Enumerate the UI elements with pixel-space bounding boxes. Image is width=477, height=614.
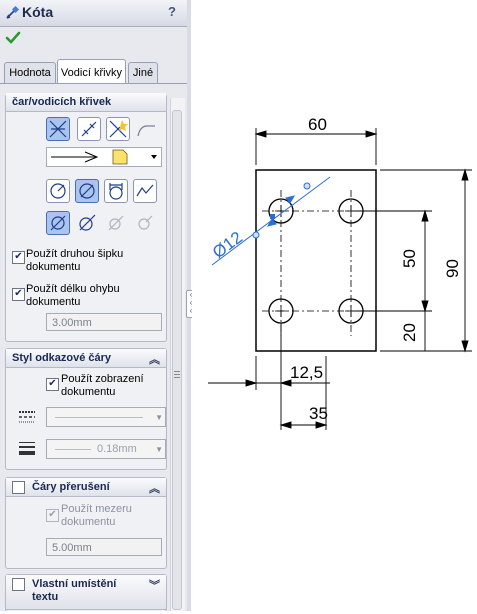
dimension-90-text: 90 — [443, 259, 462, 278]
dimension-grip[interactable] — [270, 214, 275, 219]
break-lines-title: Čáry přerušení — [32, 481, 110, 493]
break-lines-section: Čáry přerušení ︽ ✔ Použít mezeru dokumen… — [5, 477, 167, 569]
gap-field: 5.00mm — [46, 538, 162, 556]
leader-disabled-b-button — [133, 211, 157, 235]
leader-smart-button[interactable] — [106, 117, 130, 141]
foreshortened-icon — [136, 184, 154, 197]
dimension-handle[interactable] — [252, 231, 260, 239]
dimension-60-text: 60 — [308, 115, 327, 134]
line-thickness-icon — [19, 442, 35, 455]
leader-smart-icon — [109, 120, 128, 138]
bend-length-label: Použít délku ohybu dokumentu — [26, 283, 120, 308]
leader-one-arrow-button[interactable] — [75, 211, 99, 235]
line-thickness-select[interactable]: 0.18mm ▼ — [46, 439, 166, 459]
text-position-checkbox[interactable] — [12, 578, 25, 591]
line-style-icon — [19, 411, 35, 423]
break-lines-checkbox[interactable] — [12, 481, 25, 494]
second-arrow-checkbox[interactable]: ✔ — [12, 251, 25, 264]
leaders-section-header[interactable]: čar/vodicích křivek — [6, 93, 166, 112]
centerlines — [262, 190, 372, 336]
dimension-12-5-text: 12,5 — [290, 363, 323, 382]
use-gap-checkbox: ✔ — [46, 509, 59, 522]
linear-diameter-button[interactable] — [104, 179, 128, 203]
leader-bent-button[interactable] — [134, 117, 158, 141]
bend-length-checkbox[interactable]: ✔ — [12, 288, 25, 301]
property-manager: Kóta ? Hodnota Vodicí křivky Jiné čar/vo… — [0, 0, 188, 611]
drawing-canvas[interactable]: 60 50 20 90 12,5 35 Ø12 — [192, 0, 477, 611]
holes — [268, 198, 364, 324]
drawing-sheet: 60 50 20 90 12,5 35 Ø12 — [208, 115, 472, 430]
leader-style-section: Styl odkazové čáry ︽ ✔ Použít zobrazení … — [5, 348, 167, 470]
break-lines-header[interactable]: Čáry přerušení ︽ — [6, 478, 166, 497]
dimension-50 — [356, 209, 432, 313]
dimension-icon — [6, 6, 19, 19]
leader-bent-icon — [137, 125, 155, 137]
arrow-style-select[interactable] — [46, 147, 162, 167]
leader-outside-icon — [49, 120, 67, 138]
use-doc-display-label: Použít zobrazení dokumentu — [61, 373, 144, 398]
ok-checkmark-icon[interactable] — [5, 30, 21, 46]
leader-disabled-a-icon — [108, 215, 124, 231]
leader-inside-button[interactable] — [77, 117, 101, 141]
foreshortened-button[interactable] — [133, 179, 157, 203]
leader-inside-icon — [81, 121, 97, 137]
use-doc-display-checkbox[interactable]: ✔ — [46, 378, 59, 391]
linear-diameter-icon — [109, 183, 123, 200]
diameter-dimension-text: Ø12 — [209, 228, 246, 263]
dimension-handle[interactable] — [303, 182, 311, 190]
dimension-35-text: 35 — [309, 404, 328, 423]
part-outline — [255, 169, 377, 352]
dimension-50-text: 50 — [400, 249, 419, 268]
radius-display-button[interactable] — [46, 179, 70, 203]
tab-leaders[interactable]: Vodicí křivky — [57, 59, 126, 84]
panel-title: Kóta — [22, 4, 54, 20]
collapse-chevron-icon[interactable]: ︽ — [149, 351, 160, 367]
arrow-style-preview-icon — [51, 149, 157, 165]
leader-open-button[interactable] — [46, 211, 70, 235]
line-style-select[interactable]: ▼ — [46, 407, 166, 427]
diameter-display-button[interactable] — [75, 179, 99, 203]
diameter-icon — [79, 183, 95, 199]
tab-other[interactable]: Jiné — [128, 62, 158, 83]
text-position-title: Vlastní umístění textu — [32, 578, 117, 603]
text-position-section: Vlastní umístění textu ︾ — [5, 574, 167, 611]
bend-length-field[interactable]: 3.00mm — [46, 313, 162, 331]
radius-icon — [50, 183, 66, 199]
collapse-chevron-icon[interactable]: ︽ — [149, 480, 160, 496]
leaders-section-title: čar/vodicích křivek — [12, 96, 112, 108]
tab-value[interactable]: Hodnota — [4, 62, 56, 83]
help-button[interactable]: ? — [164, 4, 180, 20]
leaders-section: čar/vodicích křivek ✔ Použít druhou šipk… — [5, 93, 167, 342]
leader-style-header[interactable]: Styl odkazové čáry ︽ — [6, 349, 166, 368]
expand-chevron-icon[interactable]: ︾ — [149, 577, 160, 593]
text-position-header[interactable]: Vlastní umístění textu ︾ — [6, 575, 166, 610]
leader-disabled-b-icon — [138, 215, 153, 230]
leader-disabled-a-button — [104, 211, 128, 235]
scrollbar-thumb[interactable] — [172, 110, 182, 610]
use-gap-label: Použít mezeru dokumentu — [61, 503, 132, 528]
second-arrow-label: Použít druhou šipku dokumentu — [26, 248, 124, 273]
line-thickness-value: 0.18mm — [97, 443, 137, 455]
leader-open-icon — [50, 215, 66, 231]
dimension-20-text: 20 — [400, 323, 419, 342]
leader-outside-button[interactable] — [46, 117, 70, 141]
panel-header: Kóta ? — [0, 0, 187, 27]
leader-one-arrow-icon — [79, 214, 96, 231]
leader-style-title: Styl odkazové čáry — [12, 352, 112, 364]
